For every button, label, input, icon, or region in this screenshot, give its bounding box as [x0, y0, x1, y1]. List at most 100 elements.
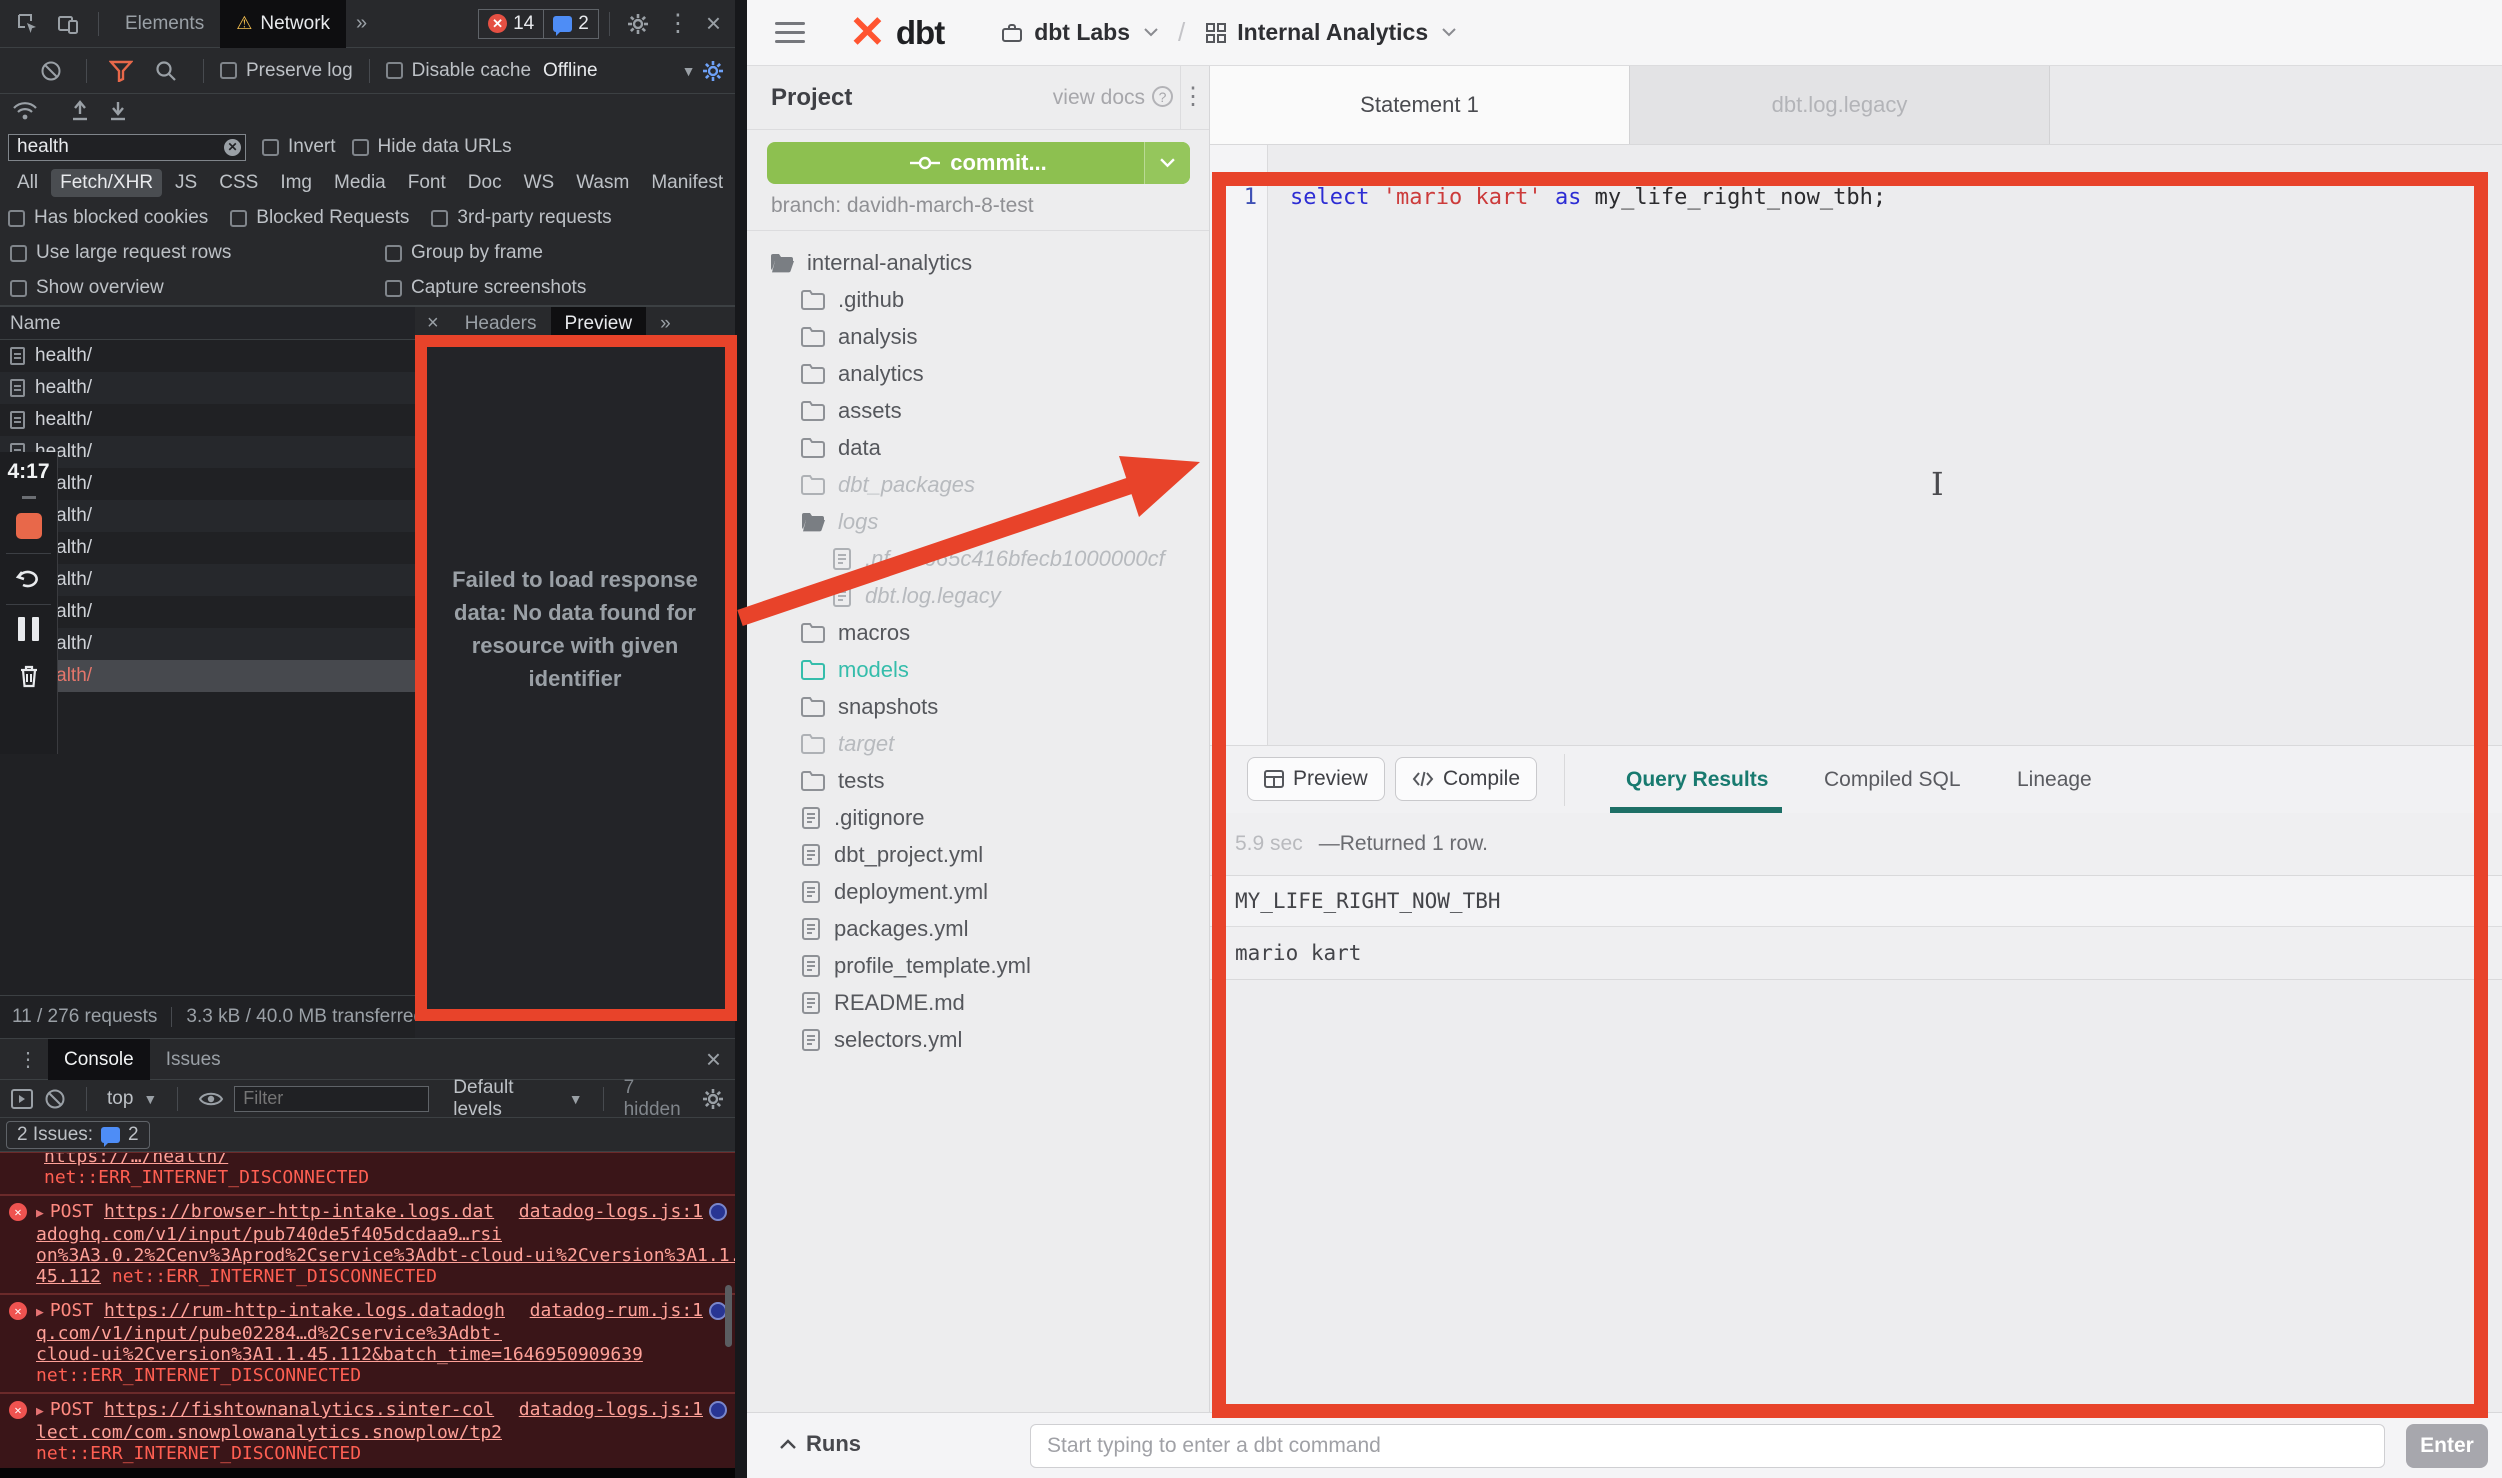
restart-recording-button[interactable]	[0, 566, 57, 590]
request-url-link[interactable]: https://fishtownanalytics.sinter-col	[104, 1399, 494, 1420]
tree-item[interactable]: deployment.yml	[747, 873, 1209, 910]
request-url-link[interactable]: cloud-ui%2Cversion%3A1.1.45.112&batch_ti…	[36, 1344, 643, 1365]
network-request-row[interactable]: health/	[0, 340, 415, 372]
kebab-menu-icon[interactable]: ⋮	[656, 9, 700, 38]
tree-item[interactable]: profile_template.yml	[747, 947, 1209, 984]
tab-console[interactable]: Console	[48, 1039, 150, 1080]
tree-item[interactable]: tests	[747, 762, 1209, 799]
filter-chip[interactable]: Manifest	[642, 169, 732, 197]
tree-item[interactable]: snapshots	[747, 688, 1209, 725]
clear-icon[interactable]	[32, 60, 70, 82]
filter-checkbox[interactable]: Blocked Requests	[230, 207, 409, 229]
enter-button[interactable]: Enter	[2406, 1424, 2488, 1468]
expand-arrow-icon[interactable]: ▶	[36, 1404, 44, 1419]
filter-chip[interactable]: Img	[271, 169, 321, 197]
context-selector[interactable]: top	[107, 1088, 133, 1110]
request-url-link[interactable]: q.com/v1/input/pube02284…d%2Cservice%3Ad…	[36, 1323, 502, 1344]
network-request-row[interactable]: health/	[0, 660, 415, 692]
tab-lineage[interactable]: Lineage	[2017, 768, 2092, 792]
filter-funnel-icon[interactable]	[103, 60, 139, 82]
eye-icon[interactable]	[198, 1089, 224, 1109]
log-levels-select[interactable]: Default levels	[453, 1077, 558, 1121]
clear-filter-icon[interactable]: ✕	[224, 139, 241, 156]
filter-chip[interactable]: Fetch/XHR	[51, 169, 162, 197]
inspect-element-icon[interactable]	[8, 12, 48, 36]
request-url-link[interactable]: lect.com/com.snowplowanalytics.snowplow/…	[36, 1422, 502, 1443]
network-request-row[interactable]: health/	[0, 532, 415, 564]
option-checkbox[interactable]: Group by frame	[385, 242, 543, 264]
tree-item[interactable]: macros	[747, 614, 1209, 651]
more-preview-tabs[interactable]: »	[646, 307, 685, 340]
network-request-row[interactable]: health/	[0, 628, 415, 660]
search-icon[interactable]	[145, 60, 187, 82]
invert-checkbox[interactable]: Invert	[262, 136, 336, 158]
close-drawer-button[interactable]: ×	[700, 1044, 727, 1075]
filter-chip[interactable]: Font	[399, 169, 455, 197]
tree-item[interactable]: analytics	[747, 355, 1209, 392]
expand-arrow-icon[interactable]: ▶	[36, 1305, 44, 1320]
tree-item[interactable]: dbt_project.yml	[747, 836, 1209, 873]
console-settings-gear-icon[interactable]	[701, 1087, 725, 1111]
tab-compiled-sql[interactable]: Compiled SQL	[1824, 768, 1961, 792]
console-sidebar-icon[interactable]	[10, 1088, 34, 1110]
tree-item[interactable]: dbt.log.legacy	[747, 577, 1209, 614]
tree-item[interactable]: internal-analytics	[747, 244, 1209, 281]
network-request-row[interactable]: health/	[0, 468, 415, 500]
tab-preview[interactable]: Preview	[551, 307, 647, 340]
network-request-row[interactable]: health/	[0, 500, 415, 532]
network-filter-input[interactable]	[8, 134, 246, 161]
close-devtools-button[interactable]: ×	[700, 8, 727, 39]
tree-item[interactable]: target	[747, 725, 1209, 762]
error-count-badge[interactable]: ✕ 14	[479, 10, 543, 38]
settings-gear-icon[interactable]	[620, 12, 656, 36]
expand-arrow-icon[interactable]: ▶	[36, 1206, 44, 1221]
disable-cache-checkbox[interactable]: Disable cache	[386, 60, 531, 82]
option-checkbox[interactable]: Use large request rows	[10, 242, 231, 264]
hamburger-menu-icon[interactable]	[775, 22, 805, 43]
runs-toggle[interactable]: Runs	[780, 1431, 861, 1457]
tab-headers[interactable]: Headers	[451, 307, 551, 340]
tree-item[interactable]: selectors.yml	[747, 1021, 1209, 1058]
export-har-icon[interactable]	[108, 100, 128, 122]
hide-data-urls-checkbox[interactable]: Hide data URLs	[352, 136, 512, 158]
tab-query-results[interactable]: Query Results	[1626, 768, 1768, 792]
tree-item[interactable]: logs	[747, 503, 1209, 540]
network-table-name-header[interactable]: Name	[0, 306, 415, 340]
tab-dbt-log-legacy[interactable]: dbt.log.legacy	[1630, 66, 2050, 144]
view-docs-link[interactable]: view docs	[1053, 86, 1145, 110]
console-scrollbar[interactable]	[725, 1285, 732, 1347]
request-url-link[interactable]: https://browser-http-intake.logs.dat	[104, 1201, 494, 1222]
tab-network[interactable]: ⚠ Network	[220, 0, 346, 48]
stop-recording-button[interactable]	[16, 513, 42, 539]
tree-item[interactable]: assets	[747, 392, 1209, 429]
device-toolbar-icon[interactable]	[48, 12, 88, 36]
filter-chip[interactable]: Doc	[459, 169, 511, 197]
compile-button[interactable]: Compile	[1395, 757, 1537, 801]
sidebar-kebab-icon[interactable]: ⋮	[1181, 82, 1205, 111]
network-request-row[interactable]: health/	[0, 372, 415, 404]
tree-item[interactable]: data	[747, 429, 1209, 466]
tree-item[interactable]: .github	[747, 281, 1209, 318]
commit-button[interactable]: commit...	[767, 142, 1190, 184]
tree-item[interactable]: .gitignore	[747, 799, 1209, 836]
clear-console-icon[interactable]	[44, 1088, 66, 1110]
filter-checkbox[interactable]: Has blocked cookies	[8, 207, 208, 229]
source-link[interactable]: datadog-logs.js:1	[519, 1399, 703, 1420]
network-request-row[interactable]: health/	[0, 564, 415, 596]
request-url-link[interactable]: on%3A3.0.2%2Cenv%3Aprod%2Cservice%3Adbt-…	[36, 1245, 735, 1266]
issues-chip[interactable]: 2 Issues: 2	[6, 1121, 150, 1149]
network-conditions-icon[interactable]	[12, 100, 38, 122]
source-link[interactable]: datadog-rum.js:1	[530, 1300, 703, 1321]
account-switcher[interactable]: dbt Labs	[1000, 19, 1158, 46]
drawer-kebab-icon[interactable]: ⋮	[8, 1047, 48, 1072]
tree-item[interactable]: packages.yml	[747, 910, 1209, 947]
more-tabs-button[interactable]: »	[346, 12, 377, 35]
tree-item[interactable]: models	[747, 651, 1209, 688]
console-filter-input[interactable]	[234, 1086, 429, 1112]
network-request-row[interactable]: health/	[0, 596, 415, 628]
tree-item[interactable]: .nf…3665c416bfecb1000000cf	[747, 540, 1209, 577]
project-switcher[interactable]: Internal Analytics	[1205, 19, 1456, 46]
option-checkbox[interactable]: Show overview	[10, 277, 164, 299]
dbt-logo[interactable]: ✕ dbt	[849, 11, 944, 55]
close-preview-icon[interactable]: ×	[415, 312, 451, 335]
